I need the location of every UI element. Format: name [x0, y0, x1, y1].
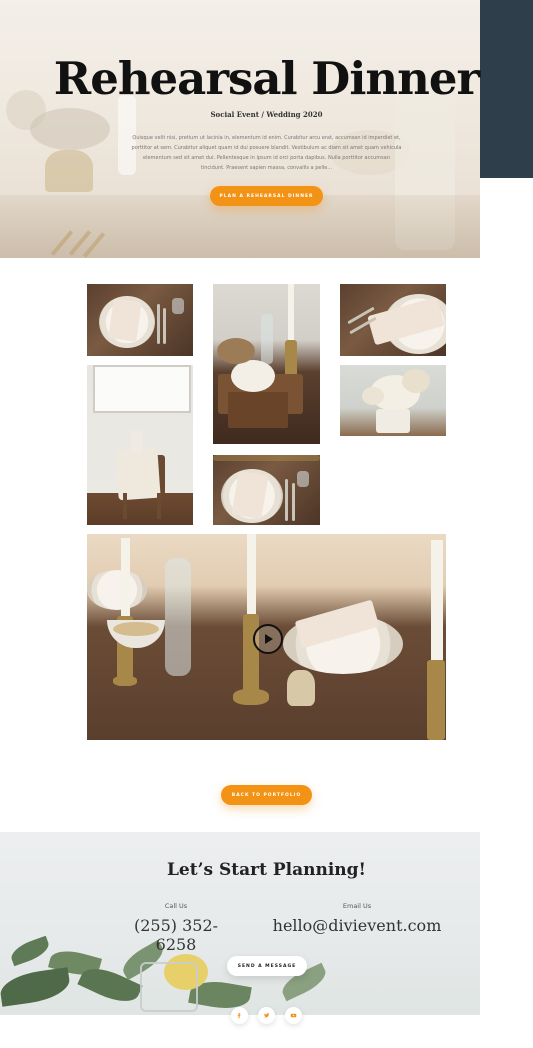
contact-heading: Let’s Start Planning! — [166, 860, 367, 880]
table-setting-photo[interactable] — [213, 455, 320, 525]
floral-arrangement-photo[interactable] — [340, 365, 446, 436]
youtube-icon — [290, 1013, 297, 1018]
facebook-button[interactable] — [231, 1007, 248, 1024]
hero-background-image — [0, 0, 480, 258]
page-subtitle: Social Event / Wedding 2020 — [210, 110, 323, 119]
back-to-portfolio-button[interactable]: Back to Portfolio — [221, 785, 312, 805]
hero-description: Quisque velit nisi, pretium ut lacinia i… — [131, 135, 402, 171]
email-address[interactable]: hello@divievent.com — [272, 916, 442, 935]
phone-number[interactable]: (255) 352-6258 — [116, 916, 236, 954]
plan-rehearsal-dinner-button[interactable]: Plan a Rehearsal Dinner — [210, 186, 323, 206]
napkin-plate-photo[interactable] — [340, 284, 446, 356]
send-message-button[interactable]: Send a Message — [227, 956, 307, 976]
email-us-label: Email Us — [342, 902, 372, 910]
cheese-board-photo[interactable] — [213, 284, 320, 444]
call-us-label: Call Us — [164, 902, 188, 910]
chair-window-photo[interactable] — [87, 365, 193, 525]
page-title: Rehearsal Dinner — [53, 52, 480, 105]
twitter-icon — [264, 1013, 270, 1018]
place-setting-photo[interactable] — [87, 284, 193, 356]
twitter-button[interactable] — [258, 1007, 275, 1024]
facebook-icon — [237, 1013, 241, 1019]
youtube-button[interactable] — [285, 1007, 302, 1024]
play-button[interactable] — [253, 624, 283, 654]
play-icon — [265, 634, 273, 644]
